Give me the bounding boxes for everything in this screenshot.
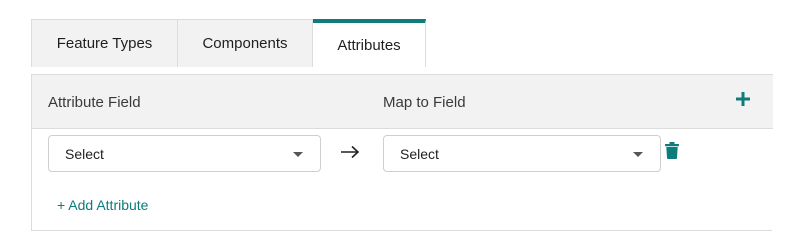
mapping-table-header: Attribute Field Map to Field xyxy=(32,74,773,129)
tab-attributes[interactable]: Attributes xyxy=(313,19,426,67)
tab-label: Attributes xyxy=(337,36,401,54)
attribute-field-select[interactable]: Select xyxy=(48,135,321,172)
tab-label: Components xyxy=(202,35,288,52)
tab-components[interactable]: Components xyxy=(178,19,313,67)
add-attribute-link[interactable]: + Add Attribute xyxy=(57,197,148,213)
plus-icon[interactable] xyxy=(734,90,752,108)
attribute-field-header: Attribute Field xyxy=(48,94,141,111)
tab-bar: Feature Types Components Attributes xyxy=(31,19,426,67)
chevron-down-icon xyxy=(633,152,643,157)
map-to-field-select[interactable]: Select xyxy=(383,135,661,172)
tab-feature-types[interactable]: Feature Types xyxy=(31,19,178,67)
map-to-field-select-value: Select xyxy=(400,146,439,162)
map-to-field-header: Map to Field xyxy=(383,94,466,111)
chevron-down-icon xyxy=(293,152,303,157)
trash-icon[interactable] xyxy=(665,142,679,159)
right-arrow-icon xyxy=(340,145,360,159)
attribute-field-select-value: Select xyxy=(65,146,104,162)
attribute-mapping-panel: Attribute Field Map to Field Select Sele… xyxy=(31,74,773,231)
tab-label: Feature Types xyxy=(56,35,153,52)
